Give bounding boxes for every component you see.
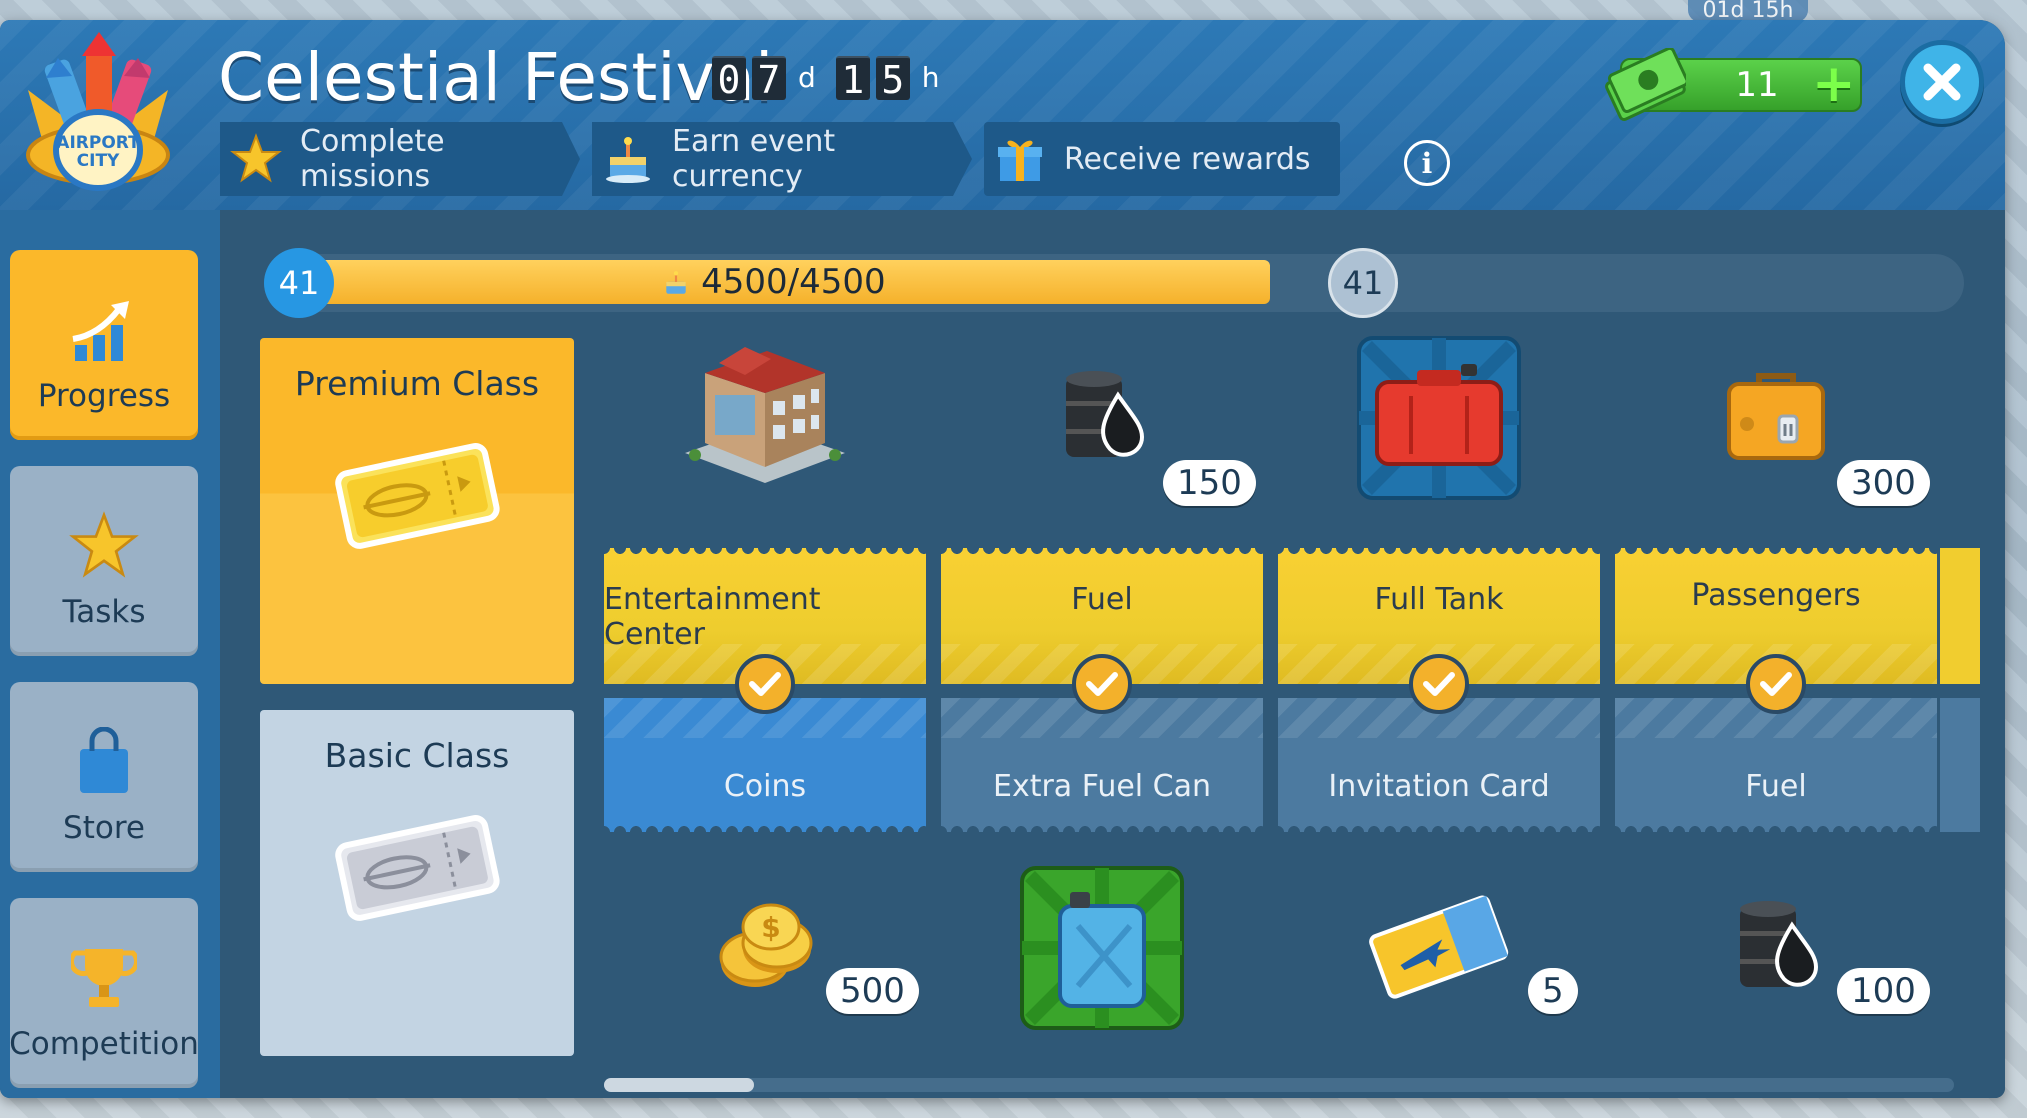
sidebar-item-label: Store <box>63 810 145 846</box>
progress-value: 4500/4500 <box>701 262 886 302</box>
svg-text:AIRPORT: AIRPORT <box>56 133 140 153</box>
add-cash-button[interactable]: + <box>1812 58 1856 110</box>
silver-ticket-icon <box>332 811 502 929</box>
step-label: Earn event currency <box>672 124 836 194</box>
sidebar-item-competition[interactable]: Competition <box>9 898 199 1088</box>
cake-icon <box>602 133 654 185</box>
event-header: AIRPORT CITY Celestial Festival 0 7 d 1 … <box>0 20 2005 210</box>
reward-quantity: 5 <box>1528 968 1578 1014</box>
basic-reward-label: Coins <box>604 698 926 832</box>
timer-digit: 5 <box>875 56 910 102</box>
background-timer: 01d 15h <box>1688 0 1808 22</box>
timer-digit: 0 <box>712 56 746 102</box>
event-countdown: 0 7 d 1 5 h <box>712 56 954 102</box>
claimed-check-icon <box>735 654 795 714</box>
sidebar-item-store[interactable]: Store <box>10 682 198 872</box>
sidebar-item-label: Progress <box>37 378 171 414</box>
reward-quantity: 500 <box>826 968 919 1014</box>
cash-counter: 11 + <box>1605 46 1862 122</box>
gift-icon <box>994 133 1046 185</box>
next-level-badge: 41 <box>1328 248 1398 318</box>
shopping-bag-icon <box>59 722 149 802</box>
sidebar-item-progress[interactable]: Progress <box>10 250 198 440</box>
star-icon <box>230 133 282 185</box>
sidebar: Progress Tasks Store Competition <box>0 210 220 1098</box>
cash-bill-icon <box>1604 46 1689 126</box>
premium-class-card[interactable]: Premium Class <box>260 338 574 684</box>
reward-column: 300 Passengers Fuel 100 <box>1615 318 1937 1048</box>
reward-column: 150 Fuel Extra Fuel Can <box>941 318 1263 1048</box>
progress-panel: 4500/4500 41 41 Premium Class Basic Clas… <box>220 210 2005 1098</box>
reward-quantity: 300 <box>1837 460 1930 506</box>
basic-reward-label: Extra Fuel Can <box>941 698 1263 832</box>
coins-icon[interactable]: $ <box>604 848 926 1048</box>
gold-ticket-icon <box>332 439 502 557</box>
reward-quantity: 150 <box>1163 460 1256 506</box>
sidebar-item-tasks[interactable]: Tasks <box>10 466 198 656</box>
airport-city-logo: AIRPORT CITY <box>8 30 188 205</box>
red-fuel-tank-icon[interactable] <box>1278 318 1600 518</box>
scrollbar-thumb[interactable] <box>604 1078 754 1092</box>
cash-amount: 11 <box>1735 65 1779 105</box>
step-receive-rewards: Receive rewards <box>984 122 1340 196</box>
current-level-badge: 41 <box>264 248 334 318</box>
reward-scrollbar[interactable] <box>604 1078 1954 1092</box>
reward-quantity: 100 <box>1837 968 1930 1014</box>
svg-text:CITY: CITY <box>77 151 120 171</box>
oil-barrel-icon[interactable] <box>1615 848 1937 1048</box>
trophy-icon <box>59 938 149 1018</box>
step-label: Complete missions <box>300 124 445 194</box>
progress-chart-icon <box>59 290 149 370</box>
close-button[interactable] <box>1900 40 1984 124</box>
basic-class-card[interactable]: Basic Class <box>260 710 574 1056</box>
close-icon <box>1923 63 1961 101</box>
event-title: Celestial Festival <box>218 39 774 116</box>
reward-column: Entertainment Center Coins $ 500 <box>604 318 926 1048</box>
event-steps: Complete missions Earn event currency Re… <box>220 122 1340 196</box>
jerrycan-icon[interactable] <box>941 848 1263 1048</box>
premium-class-label: Premium Class <box>294 364 540 403</box>
plane-ticket-icon[interactable] <box>1278 848 1600 1048</box>
event-window: AIRPORT CITY Celestial Festival 0 7 d 1 … <box>0 20 2005 1098</box>
reward-track[interactable]: Entertainment Center Coins $ 500 150 Fue… <box>604 318 1989 1048</box>
svg-text:$: $ <box>761 911 780 944</box>
timer-digit: 7 <box>752 56 786 102</box>
timer-digit: 1 <box>835 56 870 102</box>
claimed-check-icon <box>1072 654 1132 714</box>
claimed-check-icon <box>1409 654 1469 714</box>
basic-reward-label: Fuel <box>1615 698 1937 832</box>
cake-icon <box>662 262 701 302</box>
step-label: Receive rewards <box>1064 141 1311 177</box>
sidebar-item-label: Competition <box>9 1026 199 1062</box>
basic-reward-label: Invitation Card <box>1278 698 1600 832</box>
progress-bar-text: 4500/4500 <box>270 260 1270 304</box>
step-earn-currency: Earn event currency <box>592 122 972 196</box>
info-button[interactable]: i <box>1404 140 1450 186</box>
next-basic-peek <box>1940 698 1980 832</box>
star-icon <box>59 506 149 586</box>
timer-day-unit: d <box>798 61 816 94</box>
claimed-check-icon <box>1746 654 1806 714</box>
basic-class-label: Basic Class <box>324 736 510 775</box>
reward-column: Full Tank Invitation Card 5 <box>1278 318 1600 1048</box>
next-premium-peek <box>1940 548 1980 684</box>
sidebar-item-label: Tasks <box>62 594 146 630</box>
timer-hour-unit: h <box>921 61 940 94</box>
building-icon[interactable] <box>604 318 926 518</box>
step-complete-missions: Complete missions <box>220 122 580 196</box>
